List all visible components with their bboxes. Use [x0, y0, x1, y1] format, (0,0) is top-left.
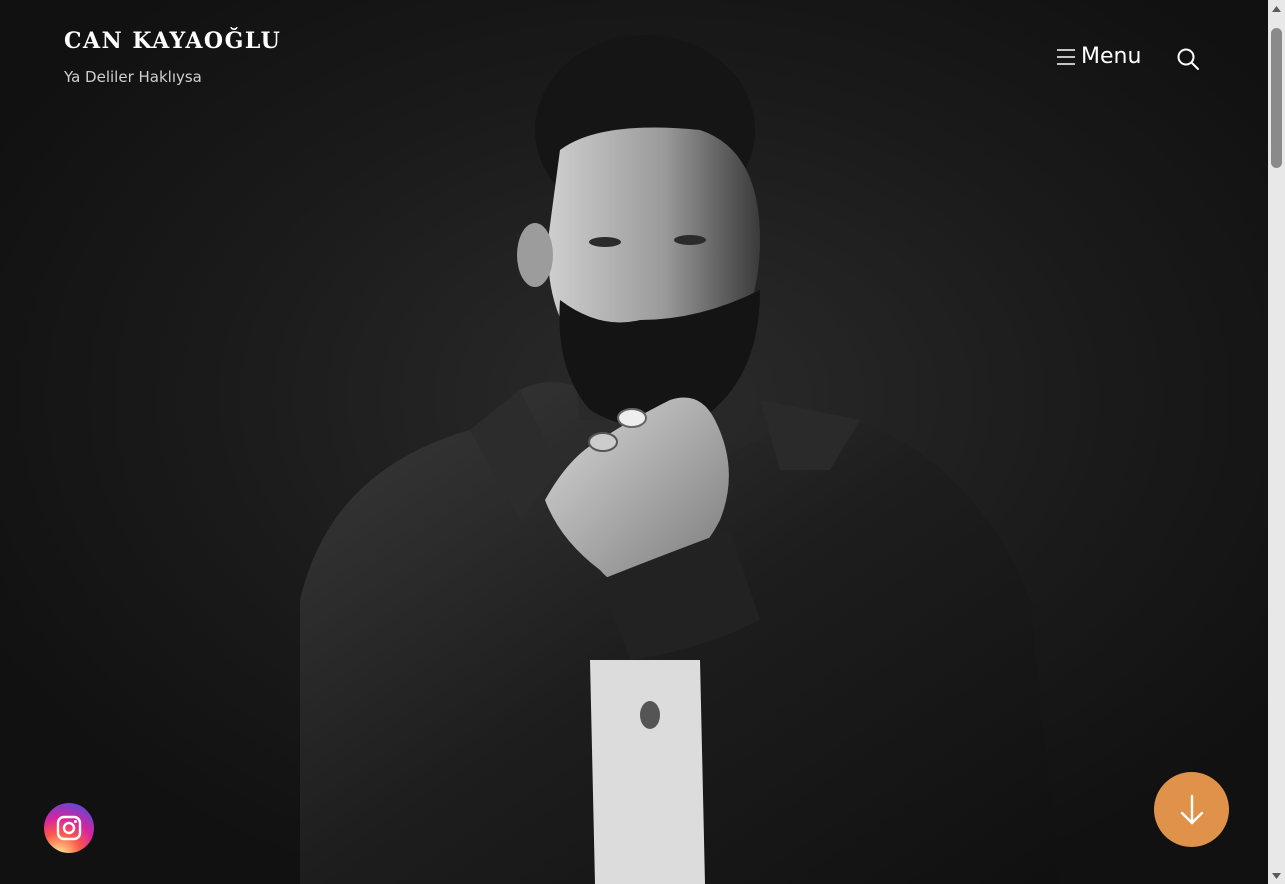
site-tagline: Ya Deliler Haklıysa: [64, 68, 202, 86]
instagram-button[interactable]: [44, 803, 94, 853]
menu-label: Menu: [1081, 44, 1142, 69]
arrow-down-icon: [1180, 794, 1203, 824]
scroll-down-arrow-icon[interactable]: [1268, 867, 1285, 884]
hero-portrait-image: [0, 0, 1268, 884]
scroll-down-button[interactable]: [1154, 772, 1229, 847]
site-title-link[interactable]: CAN KAYAOĞLU: [64, 28, 281, 54]
scroll-up-arrow-icon[interactable]: [1268, 0, 1285, 17]
menu-button[interactable]: Menu: [1056, 44, 1141, 69]
site-header: CAN KAYAOĞLU Ya Deliler Haklıysa Menu: [0, 0, 1268, 110]
page: CAN KAYAOĞLU Ya Deliler Haklıysa Menu: [0, 0, 1268, 884]
scrollbar-thumb[interactable]: [1271, 28, 1282, 168]
search-icon[interactable]: [1176, 47, 1200, 71]
hamburger-icon: [1057, 48, 1075, 65]
instagram-icon: [56, 815, 82, 841]
page-scrollbar[interactable]: [1268, 0, 1285, 884]
